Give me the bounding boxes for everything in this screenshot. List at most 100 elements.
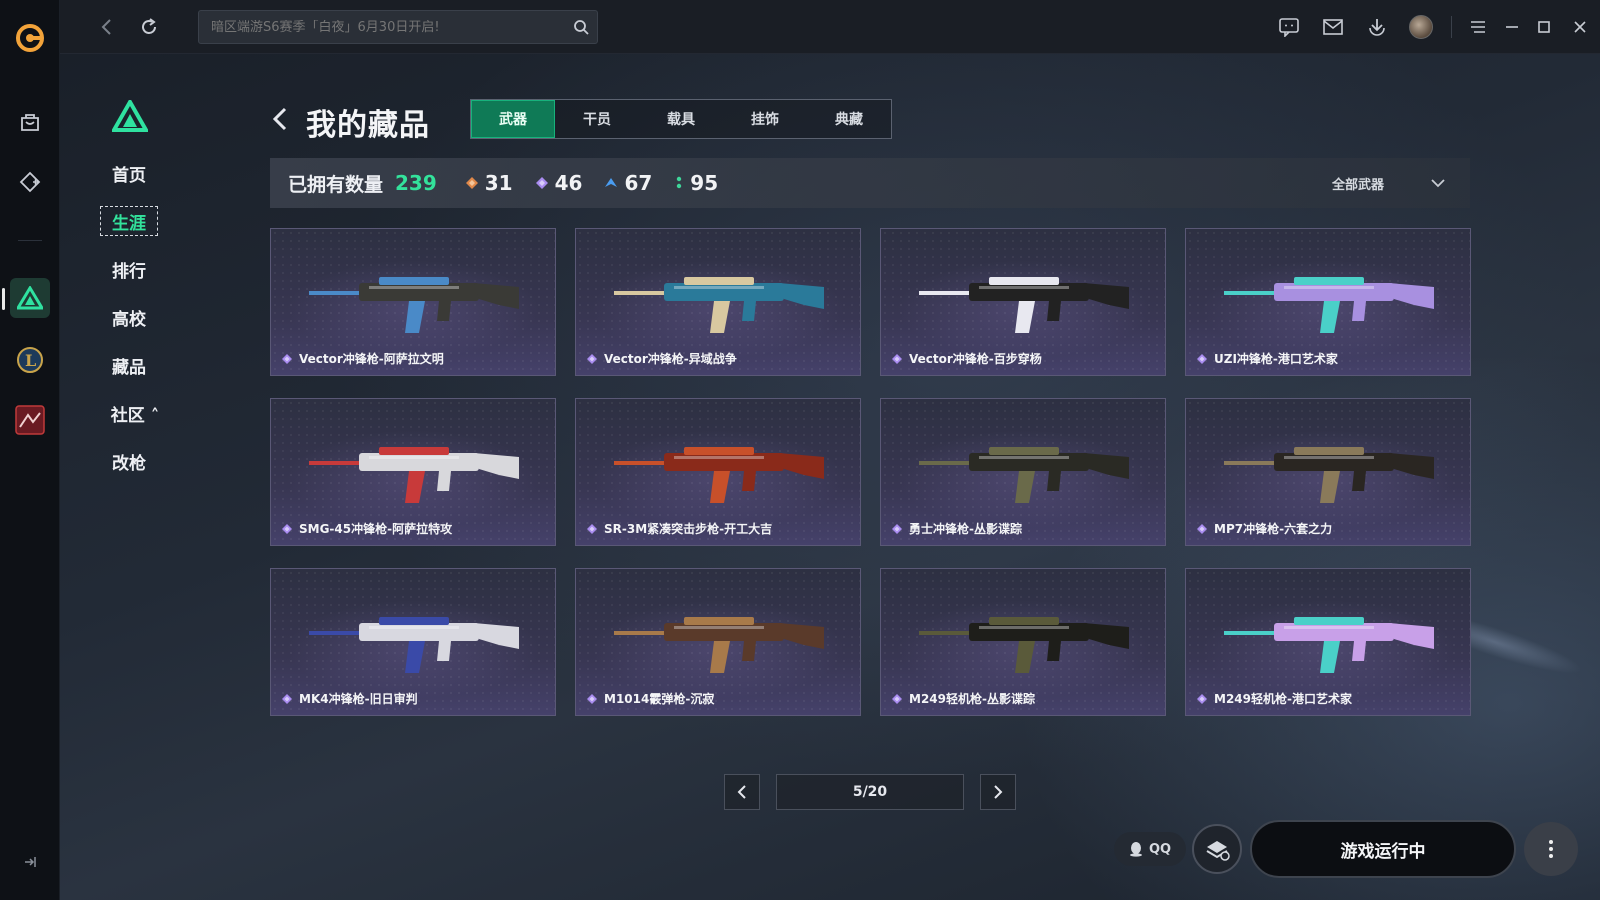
weapon-skin-image <box>309 277 519 333</box>
page-indicator: 5/20 <box>776 774 964 810</box>
weapon-skin-image <box>309 447 519 503</box>
ownership-stats-bar: 已拥有数量 239 31 46 67 95 全部武器 <box>270 158 1470 208</box>
weapon-card[interactable]: UZI冲锋枪-港口艺术家 <box>1185 228 1471 376</box>
prev-page-button[interactable] <box>724 774 760 810</box>
purple-diamond-icon <box>587 693 597 704</box>
game-nav-college[interactable]: 高校 <box>100 302 158 332</box>
next-page-button[interactable] <box>980 774 1016 810</box>
game-nav-community[interactable]: 社区 ˄ <box>106 398 164 428</box>
menu-icon[interactable] <box>1460 0 1496 54</box>
arena-breakout-game-icon[interactable] <box>10 278 50 318</box>
weapon-name-row: SMG-45冲锋枪-阿萨拉特攻 <box>281 520 452 537</box>
weapon-name-row: Vector冲锋枪-异域战争 <box>586 350 737 367</box>
tab-weapons[interactable]: 武器 <box>471 100 555 138</box>
weapon-name-row: M1014霰弹枪-沉寂 <box>586 690 714 707</box>
weapon-card[interactable]: MK4冲锋枪-旧日审判 <box>270 568 556 716</box>
qq-status-button[interactable]: QQ <box>1114 832 1186 866</box>
owned-total: 239 <box>395 171 437 195</box>
weapon-card[interactable]: Vector冲锋枪-阿萨拉文明 <box>270 228 556 376</box>
weapon-card[interactable]: M249轻机枪-港口艺术家 <box>1185 568 1471 716</box>
game-nav-collection[interactable]: 藏品 <box>100 350 158 380</box>
search-bar[interactable] <box>198 10 598 44</box>
purple-diamond-icon <box>1197 353 1207 364</box>
browser-back-icon[interactable] <box>94 14 120 40</box>
weapon-card[interactable]: MP7冲锋枪-六套之力 <box>1185 398 1471 546</box>
game-tag-icon[interactable] <box>10 162 50 202</box>
refresh-icon[interactable] <box>136 14 162 40</box>
tab-operators[interactable]: 干员 <box>555 100 639 138</box>
purple-diamond-icon <box>1197 523 1207 534</box>
weapon-skin-image <box>1224 447 1434 503</box>
weapon-card[interactable]: Vector冲锋枪-百步穿杨 <box>880 228 1166 376</box>
download-icon[interactable] <box>1355 0 1399 54</box>
toolbar-divider <box>1451 16 1452 38</box>
purple-diamond-icon <box>282 523 292 534</box>
game-nav-home[interactable]: 首页 <box>100 158 158 188</box>
minimize-icon[interactable] <box>1496 0 1528 54</box>
weapon-name-row: Vector冲锋枪-百步穿杨 <box>891 350 1042 367</box>
page-back-icon[interactable] <box>272 104 292 134</box>
weapon-name-row: UZI冲锋枪-港口艺术家 <box>1196 350 1338 367</box>
orange-diamond-icon <box>465 177 478 189</box>
category-tabs: 武器 干员 载具 挂饰 典藏 <box>470 99 892 139</box>
weapon-name: MK4冲锋枪-旧日审判 <box>299 692 418 706</box>
weapon-card[interactable]: Vector冲锋枪-异域战争 <box>575 228 861 376</box>
green-dots-icon <box>677 176 682 189</box>
weapon-skin-image <box>614 277 824 333</box>
weapon-name-row: M249轻机枪-港口艺术家 <box>1196 690 1352 707</box>
weapon-name-row: 勇士冲锋枪-丛影谍踪 <box>891 520 1022 537</box>
weapon-name: M249轻机枪-丛影谍踪 <box>909 692 1035 706</box>
weapon-name: M249轻机枪-港口艺术家 <box>1214 692 1352 706</box>
svg-text:L: L <box>25 351 36 370</box>
rarity-orange-count: 31 <box>484 171 513 195</box>
more-options-icon[interactable] <box>1524 822 1578 876</box>
weapon-filter-dropdown[interactable]: 全部武器 <box>1332 158 1446 208</box>
purple-diamond-icon <box>892 523 902 534</box>
search-icon[interactable] <box>573 19 589 39</box>
weapon-name-row: MK4冲锋枪-旧日审判 <box>281 690 418 707</box>
weapon-card[interactable]: M1014霰弹枪-沉寂 <box>575 568 861 716</box>
weapon-skin-image <box>919 277 1129 333</box>
search-input[interactable] <box>211 19 551 35</box>
store-bag-icon[interactable] <box>10 102 50 142</box>
weapon-card[interactable]: SR-3M紧凑突击步枪-开工大吉 <box>575 398 861 546</box>
window-controls <box>1267 0 1600 54</box>
user-avatar[interactable] <box>1399 0 1443 54</box>
expand-rail-icon[interactable] <box>20 852 40 872</box>
weapon-skin-image <box>309 617 519 673</box>
tab-collectibles[interactable]: 典藏 <box>807 100 891 138</box>
maximize-icon[interactable] <box>1528 0 1560 54</box>
weapon-name-row: SR-3M紧凑突击步枪-开工大吉 <box>586 520 772 537</box>
weapon-name: 勇士冲锋枪-丛影谍踪 <box>909 522 1022 536</box>
game-nav-career[interactable]: 生涯 <box>100 206 158 236</box>
game-running-button[interactable]: 游戏运行中 <box>1250 820 1516 878</box>
chevron-down-icon <box>1431 179 1445 188</box>
purple-diamond-icon <box>282 693 292 704</box>
client-logo-icon[interactable] <box>14 22 46 54</box>
weapon-card[interactable]: 勇士冲锋枪-丛影谍踪 <box>880 398 1166 546</box>
game-nav-gunsmith[interactable]: 改枪 <box>100 446 158 476</box>
qq-label: QQ <box>1148 841 1172 857</box>
mail-icon[interactable] <box>1311 0 1355 54</box>
top-bar <box>60 0 1600 54</box>
league-game-icon[interactable]: L <box>10 340 50 380</box>
weapon-name-row: M249轻机枪-丛影谍踪 <box>891 690 1035 707</box>
close-icon[interactable] <box>1560 0 1600 54</box>
tab-vehicles[interactable]: 载具 <box>639 100 723 138</box>
game-nav-ranking[interactable]: 排行 <box>100 254 158 284</box>
tab-charms[interactable]: 挂饰 <box>723 100 807 138</box>
rail-divider <box>18 240 42 241</box>
weapon-name: Vector冲锋枪-阿萨拉文明 <box>299 352 444 366</box>
purple-diamond-icon <box>587 523 597 534</box>
weapon-card[interactable]: SMG-45冲锋枪-阿萨拉特攻 <box>270 398 556 546</box>
weapon-skin-image <box>1224 277 1434 333</box>
game-launcher-icon[interactable] <box>1192 824 1242 874</box>
rarity-green-count: 95 <box>690 171 719 195</box>
weapon-card[interactable]: M249轻机枪-丛影谍踪 <box>880 568 1166 716</box>
third-game-icon[interactable] <box>10 400 50 440</box>
weapon-name: UZI冲锋枪-港口艺术家 <box>1214 352 1338 366</box>
owned-count-label: 已拥有数量 <box>288 173 384 196</box>
rarity-blue-count: 67 <box>624 171 653 195</box>
chat-icon[interactable] <box>1267 0 1311 54</box>
avatar-image <box>1409 15 1433 39</box>
